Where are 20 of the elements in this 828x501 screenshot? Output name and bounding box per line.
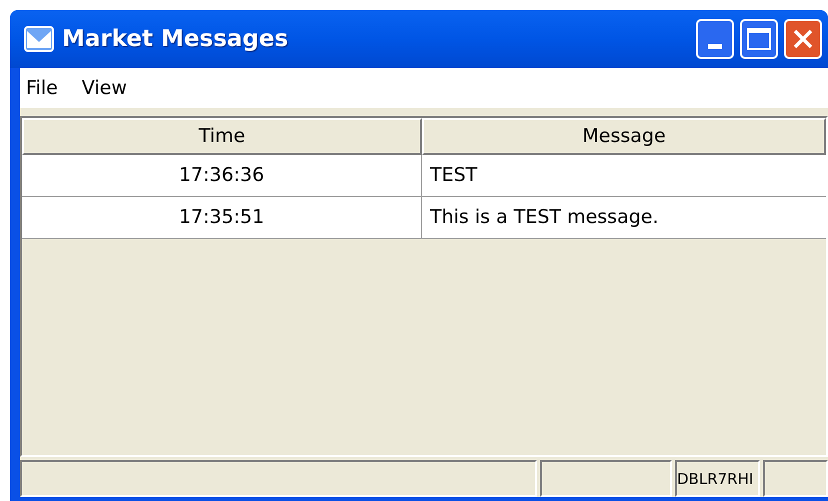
menu-item[interactable]: File bbox=[26, 74, 58, 102]
maximize-icon bbox=[747, 28, 771, 50]
window-title: Market Messages bbox=[62, 24, 288, 54]
menu-item[interactable]: View bbox=[82, 74, 127, 102]
column-header[interactable]: Time bbox=[22, 118, 422, 155]
close-icon bbox=[793, 29, 813, 49]
table-cell-text: This is a TEST message. bbox=[429, 205, 660, 230]
table-row[interactable]: 17:36:36 TEST bbox=[22, 155, 826, 197]
envelope-icon bbox=[24, 26, 54, 52]
minimize-button[interactable] bbox=[696, 19, 734, 59]
column-header[interactable]: Message bbox=[422, 118, 826, 155]
table-cell: 17:36:36 bbox=[22, 155, 422, 196]
minimize-icon bbox=[708, 44, 722, 49]
maximize-button[interactable] bbox=[740, 19, 778, 59]
table-cell: 17:35:51 bbox=[22, 197, 422, 238]
table-cell-text: TEST bbox=[429, 163, 478, 188]
close-button[interactable] bbox=[784, 19, 822, 59]
status-pane bbox=[763, 460, 828, 497]
table-row[interactable]: 17:35:51 This is a TEST message. bbox=[22, 197, 826, 239]
status-pane: DBLR7RHI bbox=[675, 460, 760, 497]
